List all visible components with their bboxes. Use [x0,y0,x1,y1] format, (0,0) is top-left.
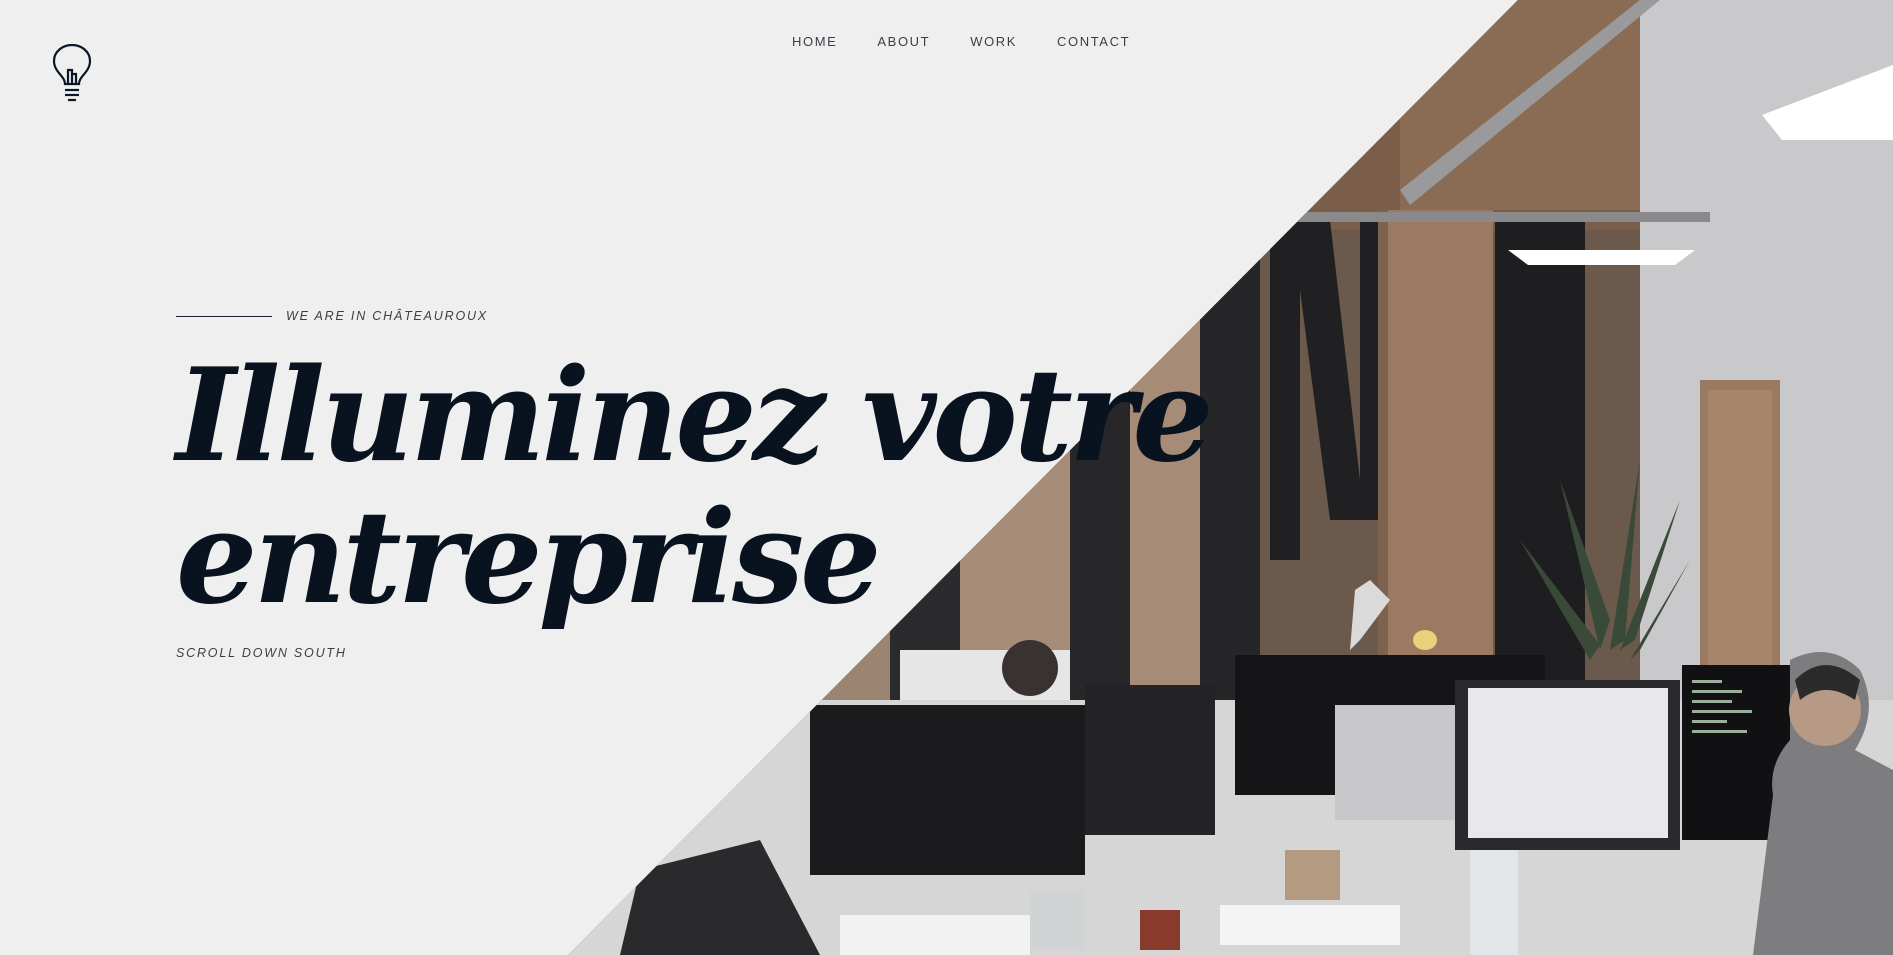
hero-title-line-1: Illuminez votre [176,341,1214,491]
hero-title-line-2: entreprise [176,483,882,633]
scroll-hint[interactable]: SCROLL DOWN SOUTH [176,646,347,660]
hero-title: Illuminez votre entreprise [176,341,1214,633]
main-nav: HOME ABOUT WORK CONTACT [792,34,1170,49]
nav-about[interactable]: ABOUT [877,34,930,49]
nav-home[interactable]: HOME [792,34,837,49]
lightbulb-icon[interactable] [52,43,92,104]
tag-divider [176,316,272,317]
location-text: WE ARE IN CHÂTEAUROUX [286,309,488,323]
nav-contact[interactable]: CONTACT [1057,34,1130,49]
nav-work[interactable]: WORK [970,34,1017,49]
